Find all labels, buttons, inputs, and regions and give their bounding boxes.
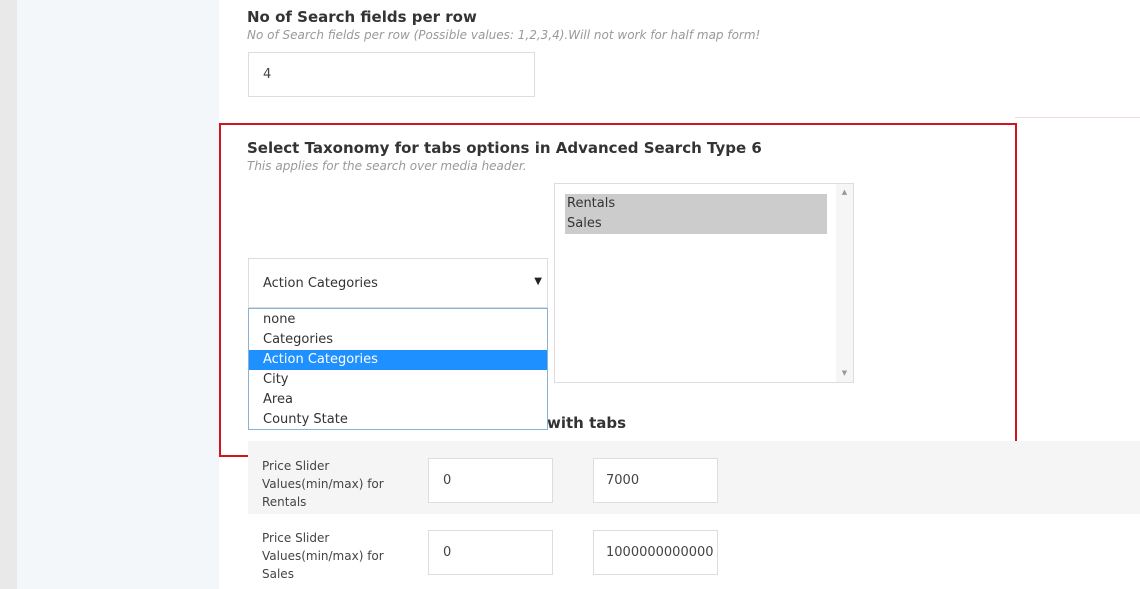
price-row-sales-label: Price Slider Values(min/max) for Sales	[262, 531, 384, 581]
taxonomy-option-categories[interactable]: Categories	[249, 330, 547, 350]
admin-sidebar	[17, 0, 219, 589]
price-sales-min-value: 0	[443, 545, 452, 560]
section-divider	[1015, 117, 1140, 118]
search-fields-value: 4	[263, 67, 272, 82]
price-rentals-max-value: 7000	[606, 473, 640, 488]
price-rentals-min-value: 0	[443, 473, 452, 488]
price-sales-max-value: 1000000000000	[606, 545, 714, 560]
price-sales-max-input[interactable]: 1000000000000	[593, 530, 718, 575]
search-fields-description: No of Search fields per row (Possible va…	[247, 28, 761, 42]
price-rentals-min-input[interactable]: 0	[428, 458, 553, 503]
window-left-edge	[0, 0, 17, 589]
price-row-rentals-label: Price Slider Values(min/max) for Rentals	[262, 459, 384, 509]
taxonomy-option-none[interactable]: none	[249, 310, 547, 330]
price-sales-min-input[interactable]: 0	[428, 530, 553, 575]
taxonomy-dropdown-list: none Categories Action Categories City A…	[248, 308, 548, 430]
search-fields-input[interactable]: 4	[248, 52, 535, 97]
search-fields-title: No of Search fields per row	[247, 8, 477, 26]
price-rentals-max-input[interactable]: 7000	[593, 458, 718, 503]
taxonomy-option-action-categories[interactable]: Action Categories	[249, 350, 547, 370]
taxonomy-option-city[interactable]: City	[249, 370, 547, 390]
taxonomy-option-area[interactable]: Area	[249, 390, 547, 410]
taxonomy-option-county-state[interactable]: County State	[249, 410, 547, 430]
